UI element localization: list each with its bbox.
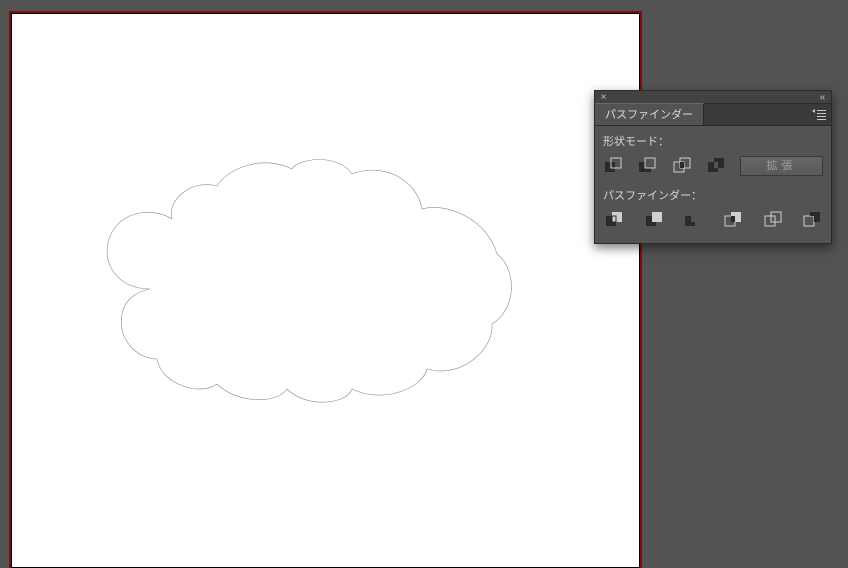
exclude-icon [706,156,726,176]
pathfinder-row [603,209,823,231]
trim-icon [644,210,664,230]
divide-icon [604,210,624,230]
cloud-vector-shape [102,154,522,414]
outline-button[interactable] [762,209,784,231]
minus-front-button[interactable] [637,155,657,177]
minus-back-icon [802,210,822,230]
tab-pathfinder[interactable]: パスファインダー [595,103,704,125]
expand-button[interactable]: 拡張 [740,156,823,176]
crop-icon [723,210,743,230]
collapse-icon[interactable]: « [817,92,828,103]
exclude-button[interactable] [706,155,726,177]
minus-front-icon [637,156,657,176]
panel-menu-button[interactable] [811,108,827,122]
unite-button[interactable] [603,155,623,177]
outline-icon [763,210,783,230]
pathfinder-panel: × « パスファインダー 形状モード： [594,90,832,244]
artboard[interactable] [11,13,640,568]
trim-button[interactable] [643,209,665,231]
pathfinder-label: パスファインダー： [603,187,823,203]
intersect-button[interactable] [672,155,692,177]
minus-back-button[interactable] [801,209,823,231]
intersect-icon [672,156,692,176]
shape-mode-label: 形状モード： [603,133,823,149]
merge-icon [683,210,703,230]
artboard-canvas [12,14,639,567]
panel-tab-bar: パスファインダー [595,104,831,126]
merge-button[interactable] [682,209,704,231]
unite-icon [603,156,623,176]
divide-button[interactable] [603,209,625,231]
shape-mode-row: 拡張 [603,155,823,177]
close-icon[interactable]: × [598,92,609,103]
crop-button[interactable] [722,209,744,231]
